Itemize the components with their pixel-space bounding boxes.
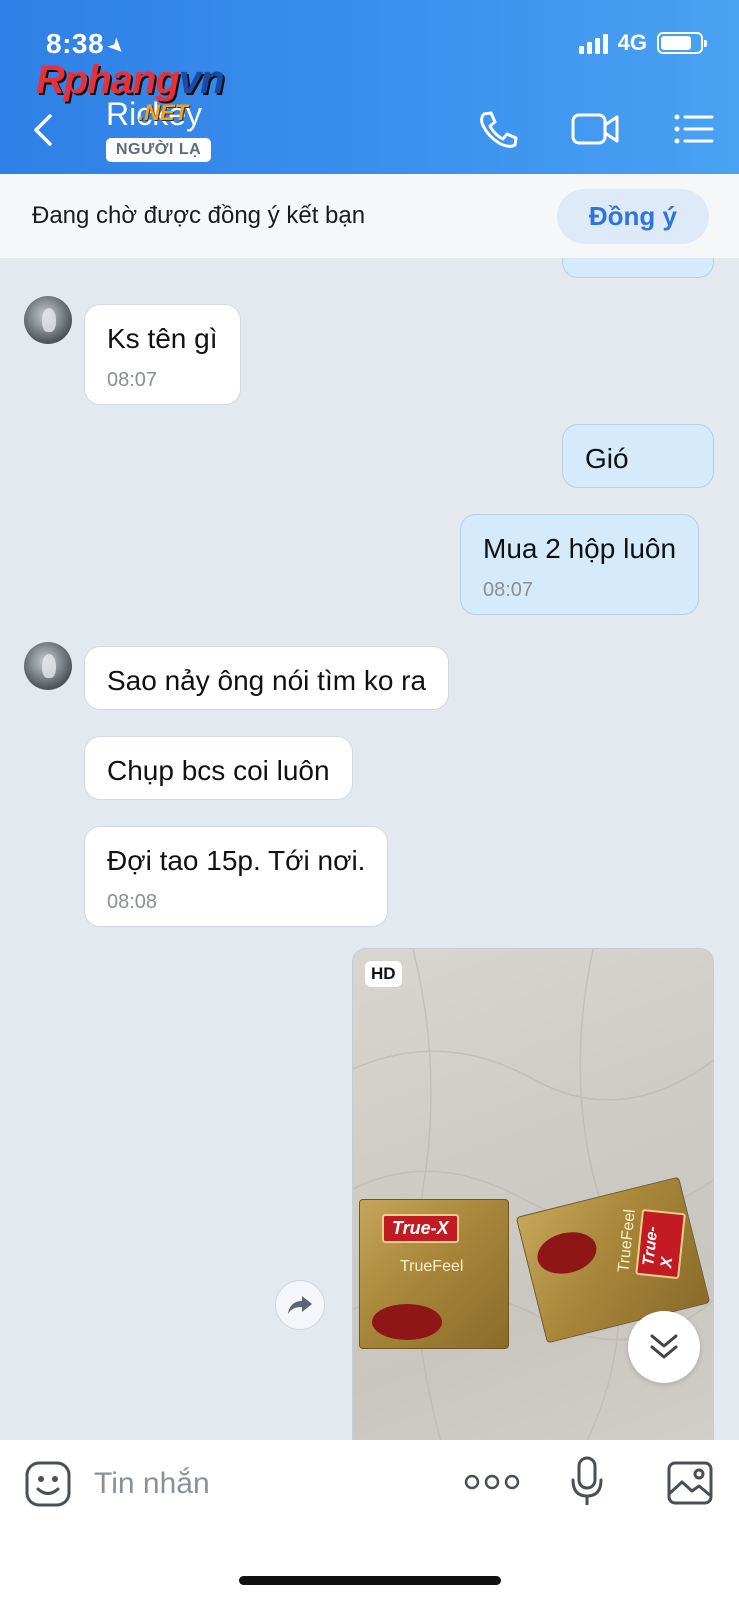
message-text: Ks tên gì — [107, 323, 218, 354]
message-input[interactable] — [94, 1456, 434, 1512]
message-text: Gió — [585, 443, 629, 474]
location-arrow-icon: ➤ — [102, 32, 131, 61]
sticker-face-icon — [25, 1461, 71, 1507]
product-graphic — [372, 1304, 442, 1340]
message-text: Đợi tao 15p. Tới nơi. — [107, 845, 366, 876]
more-dots-icon — [464, 1474, 520, 1490]
video-call-button[interactable] — [570, 108, 619, 150]
message-time: 08:07 — [107, 369, 158, 391]
message-text: Mua 2 hộp luôn — [483, 533, 677, 564]
watermark-suffix: .NET — [138, 100, 189, 125]
chevron-left-icon — [34, 114, 52, 146]
video-camera-icon — [571, 113, 619, 145]
back-button[interactable] — [28, 110, 60, 150]
product-brand: True-X — [382, 1214, 459, 1243]
phone-icon — [480, 111, 518, 148]
message-text: Sao nảy ông nói tìm ko ra — [107, 665, 427, 696]
product-box: True-X TrueFeel — [359, 1199, 509, 1349]
message-bubble[interactable]: Ks tên gì 08:07 — [84, 304, 241, 405]
avatar[interactable] — [24, 296, 72, 344]
share-arrow-icon — [288, 1296, 312, 1314]
voice-button[interactable] — [570, 1456, 604, 1513]
pending-text: Đang chờ được đồng ý kết bạn — [32, 202, 366, 229]
list-menu-icon — [674, 114, 714, 144]
menu-button[interactable] — [672, 108, 720, 150]
signal-icon — [578, 32, 608, 54]
status-indicators: 4G — [578, 30, 707, 56]
message-bubble[interactable]: Mua 2 hộp luôn 08:07 — [460, 514, 700, 615]
product-brand: True-X — [635, 1208, 686, 1280]
share-button[interactable] — [275, 1280, 325, 1330]
stranger-badge: NGƯỜI LẠ — [106, 138, 212, 162]
message-bubble-partial[interactable] — [562, 258, 714, 278]
message-time: 08:08 — [107, 891, 158, 913]
hd-badge: HD — [365, 961, 402, 987]
more-button[interactable] — [464, 1470, 520, 1499]
home-indicator — [239, 1576, 501, 1585]
message-composer — [0, 1440, 739, 1600]
message-text: Chụp bcs coi luôn — [107, 755, 330, 786]
message-time: 08:07 — [483, 579, 534, 601]
friend-request-bar: Đang chờ được đồng ý kết bạn Đồng ý — [0, 174, 739, 258]
photo-button[interactable] — [666, 1460, 714, 1511]
product-name: TrueFeel — [400, 1258, 464, 1275]
message-bubble[interactable]: Gió — [562, 424, 714, 488]
scroll-to-bottom-button[interactable] — [628, 1311, 700, 1383]
double-chevron-down-icon — [650, 1334, 678, 1359]
network-label: 4G — [617, 30, 647, 55]
message-bubble[interactable]: Sao nảy ông nói tìm ko ra — [84, 646, 450, 710]
product-graphic — [532, 1226, 601, 1280]
message-bubble[interactable]: Đợi tao 15p. Tới nơi. 08:08 — [84, 826, 389, 927]
chat-area[interactable]: Ks tên gì 08:07 Gió Mua 2 hộp luôn 08:07… — [0, 258, 739, 1440]
sticker-button[interactable] — [24, 1460, 72, 1513]
battery-icon — [657, 32, 707, 54]
avatar[interactable] — [24, 642, 72, 690]
accept-friend-button[interactable]: Đồng ý — [556, 188, 709, 244]
microphone-icon — [571, 1456, 603, 1505]
chat-header: 8:38➤ 4G Rphangvn Rickey .NET NGƯỜI LẠ — [0, 0, 739, 174]
call-button[interactable] — [474, 108, 522, 150]
image-gallery-icon — [667, 1461, 713, 1505]
status-time: 8:38➤ — [46, 28, 131, 61]
message-bubble[interactable]: Chụp bcs coi luôn — [84, 736, 353, 800]
